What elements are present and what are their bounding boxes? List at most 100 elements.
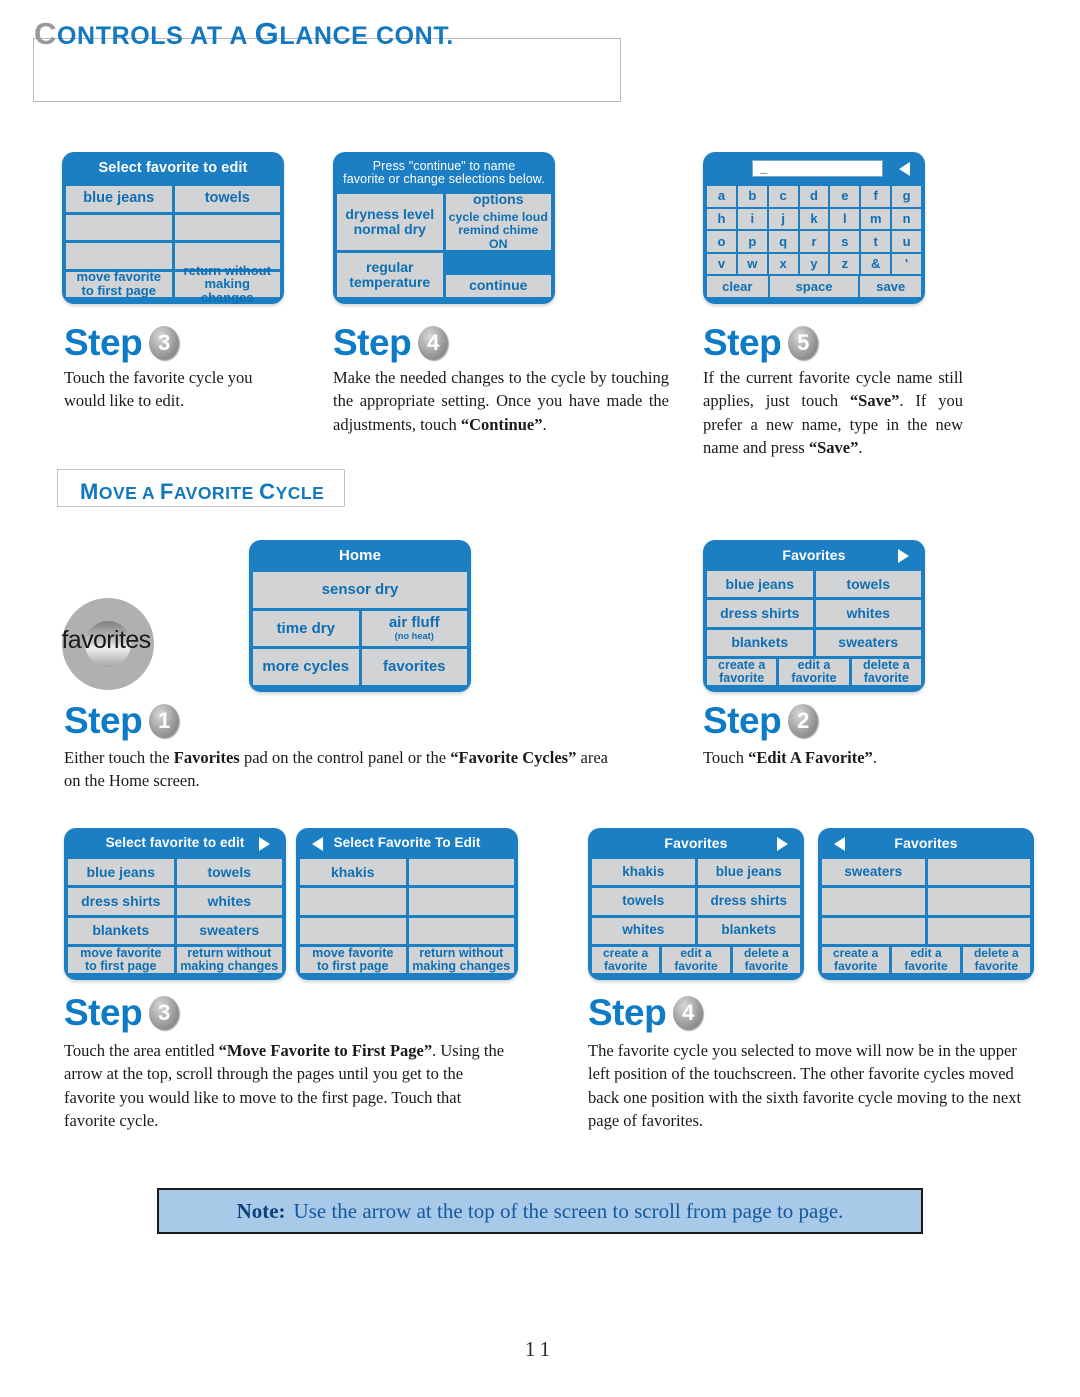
name-input[interactable]: _ <box>752 160 883 177</box>
cell-empty[interactable] <box>408 859 514 886</box>
key-g[interactable]: g <box>892 186 922 207</box>
cell-whites[interactable]: whites <box>592 917 695 944</box>
key-m[interactable]: m <box>861 208 891 230</box>
cell-khakis[interactable]: khakis <box>592 859 695 886</box>
cell-blue-jeans[interactable]: blue jeans <box>66 186 172 212</box>
cell-khakis[interactable]: khakis <box>300 859 406 886</box>
cell-blue-jeans[interactable]: blue jeans <box>68 859 174 886</box>
key-l[interactable]: l <box>830 208 860 230</box>
cell-return-without-making-changes[interactable]: return without making changes <box>174 263 280 304</box>
cell-blue-jeans[interactable]: blue jeans <box>697 859 800 886</box>
cell-empty[interactable] <box>174 214 280 240</box>
cell-dress-shirts[interactable]: dress shirts <box>707 600 813 627</box>
key-z[interactable]: z <box>830 253 860 275</box>
cell-temperature[interactable]: regular temperature <box>337 252 443 297</box>
arrow-right-icon[interactable] <box>259 836 270 851</box>
key-x[interactable]: x <box>768 253 798 275</box>
screen-favorites-after-page2[interactable]: Favorites sweaters create a favorite edit… <box>818 828 1034 980</box>
key-clear[interactable]: clear <box>707 276 768 297</box>
cell-sweaters[interactable]: sweaters <box>176 917 282 944</box>
cell-towels[interactable]: towels <box>174 186 280 212</box>
key-d[interactable]: d <box>799 186 829 207</box>
screen-edit-cycle-settings[interactable]: Press "continue" to name favorite or cha… <box>333 152 555 304</box>
arrow-right-icon[interactable] <box>777 836 788 851</box>
key-c[interactable]: c <box>768 186 798 207</box>
key-e[interactable]: e <box>830 186 860 207</box>
cell-delete-a-favorite[interactable]: delete a favorite <box>851 658 921 685</box>
screen-favorites-main[interactable]: Favorites blue jeans towels dress shirts… <box>703 540 925 692</box>
cell-empty[interactable] <box>300 888 406 915</box>
cell-empty[interactable] <box>927 917 1030 944</box>
key-w[interactable]: w <box>737 253 767 275</box>
key-f[interactable]: f <box>861 186 891 207</box>
cell-return-without-making-changes[interactable]: return without making changes <box>408 946 514 973</box>
cell-empty[interactable] <box>408 888 514 915</box>
cell-empty[interactable] <box>927 859 1030 886</box>
cell-blankets[interactable]: blankets <box>68 917 174 944</box>
key-space[interactable]: space <box>769 276 859 297</box>
screen-select-favorite-to-edit-top[interactable]: Select favorite to edit blue jeans towel… <box>62 152 284 304</box>
key-q[interactable]: q <box>768 231 798 252</box>
key-y[interactable]: y <box>799 253 829 275</box>
cell-sweaters[interactable]: sweaters <box>815 629 921 656</box>
cell-blue-jeans[interactable]: blue jeans <box>707 571 813 598</box>
cell-options[interactable]: options cycle chime loud remind chime ON <box>445 191 551 251</box>
cell-dryness-level[interactable]: dryness level normal dry <box>337 194 443 250</box>
cell-create-a-favorite[interactable]: create a favorite <box>707 658 777 685</box>
cell-create-a-favorite[interactable]: create a favorite <box>592 946 660 973</box>
key-r[interactable]: r <box>799 231 829 252</box>
key-k[interactable]: k <box>799 208 829 230</box>
cell-move-favorite-to-first-page[interactable]: move favorite to first page <box>66 270 172 298</box>
cell-empty[interactable] <box>300 917 406 944</box>
key-save[interactable]: save <box>860 276 922 297</box>
key-i[interactable]: i <box>737 208 767 230</box>
cell-towels[interactable]: towels <box>592 888 695 915</box>
cell-empty[interactable] <box>822 917 925 944</box>
cell-whites[interactable]: whites <box>815 600 921 627</box>
key-u[interactable]: u <box>892 231 922 252</box>
cell-dress-shirts[interactable]: dress shirts <box>68 888 174 915</box>
key-b[interactable]: b <box>737 186 767 207</box>
cell-move-favorite-to-first-page[interactable]: move favorite to first page <box>300 946 406 973</box>
cell-sweaters[interactable]: sweaters <box>822 859 925 886</box>
arrow-left-icon[interactable] <box>834 836 845 851</box>
key-a[interactable]: a <box>707 186 736 207</box>
key-ampersand[interactable]: & <box>861 253 891 275</box>
screen-favorites-after-page1[interactable]: Favorites khakis blue jeans towels dress… <box>588 828 804 980</box>
cell-towels[interactable]: towels <box>176 859 282 886</box>
cell-blankets[interactable]: blankets <box>697 917 800 944</box>
cell-whites[interactable]: whites <box>176 888 282 915</box>
cell-empty[interactable] <box>822 888 925 915</box>
cell-continue[interactable]: continue <box>445 274 551 297</box>
cell-create-a-favorite[interactable]: create a favorite <box>822 946 890 973</box>
cell-air-fluff[interactable]: air fluff (no heat) <box>361 610 467 647</box>
key-n[interactable]: n <box>892 208 922 230</box>
key-s[interactable]: s <box>830 231 860 252</box>
key-v[interactable]: v <box>707 253 736 275</box>
cell-delete-a-favorite[interactable]: delete a favorite <box>732 946 800 973</box>
cell-towels[interactable]: towels <box>815 571 921 598</box>
cell-edit-a-favorite[interactable]: edit a favorite <box>779 658 849 685</box>
cell-edit-a-favorite[interactable]: edit a favorite <box>892 946 960 973</box>
key-h[interactable]: h <box>707 208 736 230</box>
cell-time-dry[interactable]: time dry <box>253 610 359 647</box>
arrow-right-icon[interactable] <box>898 548 909 563</box>
key-p[interactable]: p <box>737 231 767 252</box>
key-o[interactable]: o <box>707 231 736 252</box>
cell-move-favorite-to-first-page[interactable]: move favorite to first page <box>68 946 174 973</box>
cell-empty[interactable] <box>927 888 1030 915</box>
key-apostrophe[interactable]: ' <box>892 253 922 275</box>
cell-sensor-dry[interactable]: sensor dry <box>253 572 467 608</box>
key-j[interactable]: j <box>768 208 798 230</box>
screen-home[interactable]: Home sensor dry time dry air fluff (no h… <box>249 540 471 692</box>
screen-name-keyboard[interactable]: _ a b c d e f g h i j k l m n o p q r s … <box>703 152 925 304</box>
cell-return-without-making-changes[interactable]: return without making changes <box>176 946 282 973</box>
cell-favorites[interactable]: favorites <box>361 649 467 686</box>
cell-empty[interactable] <box>408 917 514 944</box>
screen-select-favorite-page1[interactable]: Select favorite to edit blue jeans towel… <box>64 828 286 980</box>
arrow-left-icon[interactable] <box>312 836 323 851</box>
cell-empty[interactable] <box>66 243 172 269</box>
cell-empty[interactable] <box>66 214 172 240</box>
key-t[interactable]: t <box>861 231 891 252</box>
cell-more-cycles[interactable]: more cycles <box>253 649 359 686</box>
